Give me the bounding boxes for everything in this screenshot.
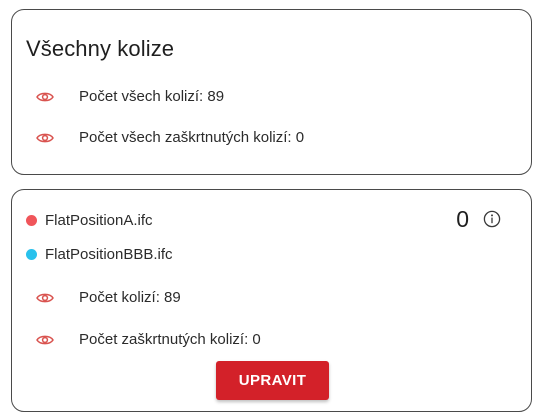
file-color-dot — [26, 215, 37, 226]
eye-icon[interactable] — [36, 91, 54, 103]
eye-icon[interactable] — [36, 334, 54, 346]
collision-count: 0 — [456, 206, 469, 232]
checked-collisions-row[interactable]: Počet zaškrtnutých kolizí: 0 — [36, 331, 261, 348]
edit-button[interactable]: UPRAVIT — [216, 361, 329, 400]
eye-icon[interactable] — [36, 292, 54, 304]
all-checked-collisions-row[interactable]: Počet všech zaškrtnutých kolizí: 0 — [36, 129, 304, 146]
eye-icon[interactable] — [36, 132, 54, 144]
file-name: FlatPositionBBB.ifc — [45, 246, 173, 263]
all-collisions-count-label: Počet všech kolizí: 89 — [79, 88, 225, 105]
file-pair-card: FlatPositionA.ifc FlatPositionBBB.ifc 0 … — [11, 189, 532, 412]
file-item-a: FlatPositionA.ifc — [26, 212, 153, 229]
card-title: Všechny kolize — [26, 36, 175, 61]
all-collisions-card: Všechny kolize Počet všech kolizí: 89 Po… — [11, 9, 532, 175]
info-circle-icon[interactable] — [483, 210, 501, 228]
all-checked-collisions-label: Počet všech zaškrtnutých kolizí: 0 — [79, 129, 305, 146]
file-color-dot — [26, 249, 37, 260]
collision-count-label: Počet kolizí: 89 — [79, 289, 181, 306]
file-name: FlatPositionA.ifc — [45, 212, 153, 229]
all-collisions-count-row[interactable]: Počet všech kolizí: 89 — [36, 88, 224, 105]
collision-count-row[interactable]: Počet kolizí: 89 — [36, 289, 181, 306]
checked-collisions-label: Počet zaškrtnutých kolizí: 0 — [79, 331, 261, 348]
file-item-b: FlatPositionBBB.ifc — [26, 246, 173, 263]
